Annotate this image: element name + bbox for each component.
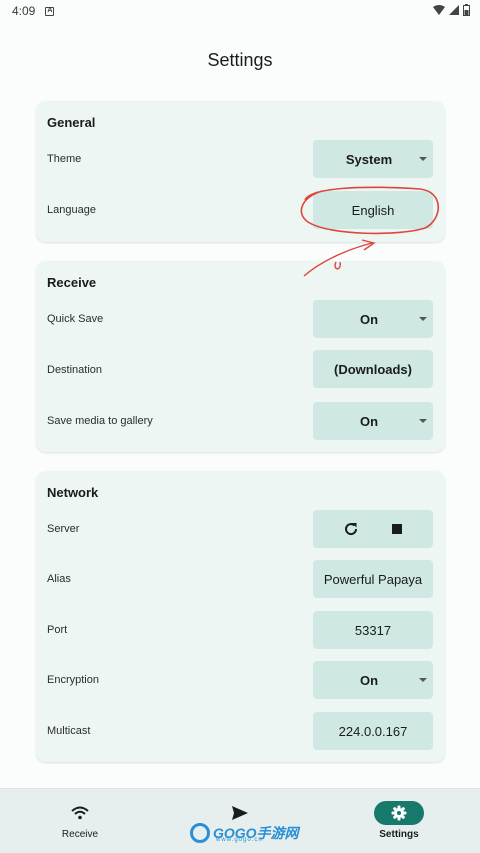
language-label: Language <box>47 204 96 216</box>
destination-value: (Downloads) <box>334 361 412 377</box>
status-icons <box>433 4 470 16</box>
general-card: General Theme System Language English <box>36 101 445 242</box>
multicast-value: 224.0.0.167 <box>338 723 408 739</box>
quick-save-value: On <box>359 311 379 327</box>
multicast-field[interactable]: 224.0.0.167 <box>313 712 433 750</box>
chevron-down-icon <box>419 157 427 161</box>
destination-label: Destination <box>47 364 103 376</box>
nav-receive-icon-wrap <box>55 801 105 825</box>
nav-receive[interactable]: Receive <box>55 789 105 853</box>
quick-save-dropdown[interactable]: On <box>313 300 433 338</box>
port-field[interactable]: 53317 <box>313 611 433 649</box>
encryption-dropdown[interactable]: On <box>313 661 433 699</box>
multicast-label: Multicast <box>47 725 91 737</box>
port-label: Port <box>47 624 68 636</box>
theme-value: System <box>345 151 393 167</box>
encryption-value: On <box>359 672 379 688</box>
wifi-signal-icon <box>433 5 445 15</box>
watermark-sub: www.gogo.cn <box>216 837 263 843</box>
cell-signal-icon <box>449 5 459 15</box>
chevron-down-icon <box>419 678 427 682</box>
notification-icon: A <box>45 6 55 16</box>
receive-card: Receive Quick Save On Destination (Downl… <box>36 261 445 452</box>
general-title: General <box>47 115 96 130</box>
alias-field[interactable]: Powerful Papaya <box>313 560 433 598</box>
refresh-icon[interactable] <box>343 521 359 537</box>
watermark-logo-icon <box>190 823 210 843</box>
theme-dropdown[interactable]: System <box>313 140 433 178</box>
server-controls <box>313 510 433 548</box>
destination-button[interactable]: (Downloads) <box>313 350 433 388</box>
network-card: Network Server Alias Powerful Papaya Por… <box>36 471 445 762</box>
chevron-down-icon <box>419 419 427 423</box>
language-value: English <box>351 202 395 218</box>
stop-icon[interactable] <box>391 523 403 535</box>
server-label: Server <box>47 523 80 535</box>
alias-value: Powerful Papaya <box>323 571 423 587</box>
status-bar: 4:09 A <box>0 0 480 22</box>
quick-save-label: Quick Save <box>47 313 104 325</box>
port-value: 53317 <box>354 622 392 638</box>
language-button[interactable]: English <box>313 191 433 229</box>
gear-icon <box>391 805 407 821</box>
chevron-down-icon <box>419 317 427 321</box>
receive-title: Receive <box>47 275 97 290</box>
save-media-value: On <box>359 413 379 429</box>
save-media-dropdown[interactable]: On <box>313 402 433 440</box>
network-title: Network <box>47 485 99 500</box>
encryption-label: Encryption <box>47 674 99 686</box>
send-icon <box>232 806 248 820</box>
status-time: 4:09 <box>12 4 36 18</box>
nav-settings[interactable]: Settings <box>374 789 424 853</box>
nav-settings-icon-wrap <box>374 801 424 825</box>
nav-receive-label: Receive <box>61 829 99 840</box>
nav-settings-label: Settings <box>379 829 419 840</box>
save-media-label: Save media to gallery <box>47 415 153 427</box>
wifi-icon <box>71 806 89 820</box>
alias-label: Alias <box>47 573 71 585</box>
theme-label: Theme <box>47 153 82 165</box>
watermark: GOGO手游网 www.gogo.cn <box>190 820 299 846</box>
battery-icon <box>463 4 470 16</box>
page-title: Settings <box>207 50 273 70</box>
